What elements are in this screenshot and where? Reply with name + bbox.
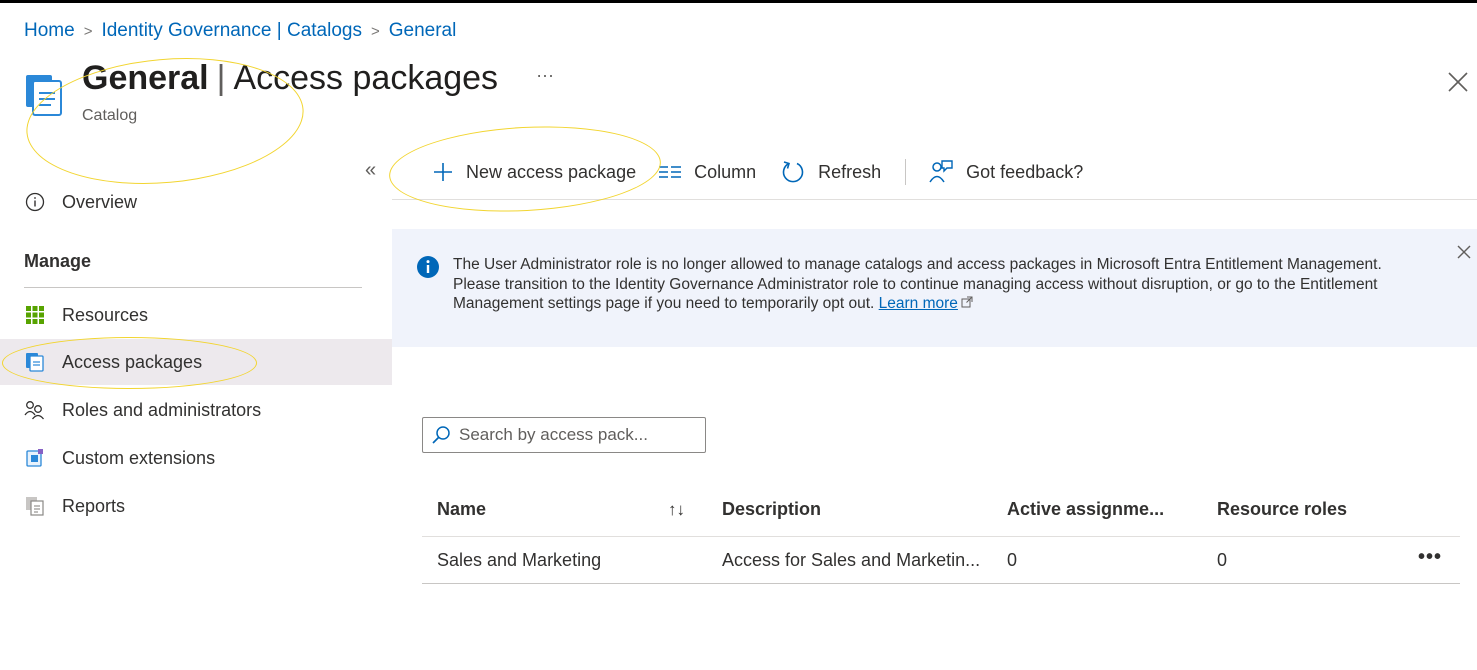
search-input[interactable] — [459, 425, 689, 445]
cell-resource-roles: 0 — [1217, 550, 1228, 570]
banner-message: The User Administrator role is no longer… — [453, 255, 1433, 314]
column-header-name[interactable]: Name — [437, 499, 486, 520]
grid-icon — [24, 304, 46, 326]
sidebar-item-roles-and-administrators[interactable]: Roles and administrators — [0, 387, 392, 433]
feedback-icon — [928, 159, 954, 185]
sidebar-item-label: Roles and administrators — [62, 399, 262, 420]
external-link-icon — [961, 296, 973, 308]
catalog-icon — [26, 75, 62, 116]
breadcrumb-home[interactable]: Home — [24, 20, 75, 42]
learn-more-label: Learn more — [878, 295, 958, 312]
page-subtitle: Catalog — [82, 107, 138, 124]
refresh-icon — [780, 159, 806, 185]
refresh-label: Refresh — [818, 161, 882, 182]
info-icon — [417, 256, 439, 278]
dismiss-banner-icon[interactable] — [1456, 244, 1472, 260]
people-icon — [24, 399, 46, 421]
command-bar: New access package Column Refresh Got fe… — [432, 155, 1107, 189]
access-package-icon — [24, 351, 46, 373]
new-access-package-button[interactable]: New access package — [432, 161, 636, 183]
sidebar-item-overview[interactable]: Overview — [0, 179, 392, 225]
sort-icon[interactable]: ↑↓ — [668, 500, 685, 520]
sidebar-item-resources[interactable]: Resources — [0, 292, 392, 338]
column-label: Column — [694, 161, 757, 182]
divider — [24, 287, 362, 288]
sidebar-item-custom-extensions[interactable]: Custom extensions — [0, 435, 392, 481]
breadcrumb-separator: > — [83, 22, 93, 40]
page: Home > Identity Governance | Catalogs > … — [0, 3, 1477, 670]
sidebar-item-label: Resources — [62, 304, 149, 325]
divider — [422, 536, 1460, 537]
report-icon — [24, 495, 46, 517]
new-access-package-label: New access package — [466, 161, 637, 182]
cell-active-assignments: 0 — [1007, 550, 1018, 570]
sidebar-item-label: Custom extensions — [62, 447, 216, 468]
extension-icon — [24, 447, 46, 469]
catalog-name: General — [82, 59, 209, 97]
learn-more-link[interactable]: Learn more — [879, 295, 958, 312]
breadcrumb-catalogs[interactable]: Identity Governance | Catalogs — [101, 20, 362, 42]
sidebar-item-access-packages[interactable]: Access packages — [0, 339, 392, 385]
breadcrumb-separator: > — [370, 22, 380, 40]
breadcrumb: Home > Identity Governance | Catalogs > … — [24, 20, 456, 42]
column-header-resource-roles[interactable]: Resource roles — [1217, 499, 1347, 520]
toolbar-separator — [905, 159, 907, 185]
divider — [422, 583, 1460, 584]
search-box[interactable] — [422, 417, 706, 453]
refresh-button[interactable]: Refresh — [780, 159, 881, 185]
search-icon — [431, 425, 451, 445]
more-options-button[interactable]: ··· — [536, 65, 554, 86]
manage-section-header: Manage — [24, 251, 92, 271]
info-circle-icon — [24, 191, 46, 213]
sidebar-item-label: Reports — [62, 495, 126, 516]
cell-description: Access for Sales and Marketin... — [722, 550, 981, 570]
column-header-active-assignments[interactable]: Active assignme... — [1007, 499, 1164, 520]
column-header-description[interactable]: Description — [722, 499, 821, 520]
cell-name[interactable]: Sales and Marketing — [437, 550, 601, 571]
page-title: General | Access packages ··· — [82, 59, 554, 98]
sidebar-item-label: Access packages — [62, 351, 203, 372]
columns-icon — [658, 164, 682, 180]
plus-icon — [432, 161, 454, 183]
breadcrumb-general[interactable]: General — [389, 20, 457, 42]
got-feedback-button[interactable]: Got feedback? — [928, 159, 1083, 185]
sidebar-item-label: Overview — [62, 191, 138, 212]
divider — [392, 199, 1477, 200]
column-button[interactable]: Column — [658, 162, 756, 183]
sidebar-item-reports[interactable]: Reports — [0, 483, 392, 529]
feedback-label: Got feedback? — [966, 161, 1084, 182]
close-icon[interactable] — [1445, 69, 1471, 95]
section-name: Access packages — [233, 59, 499, 97]
info-banner: The User Administrator role is no longer… — [392, 229, 1477, 347]
title-separator: | — [216, 59, 226, 97]
row-more-button[interactable]: ••• — [1418, 546, 1442, 569]
